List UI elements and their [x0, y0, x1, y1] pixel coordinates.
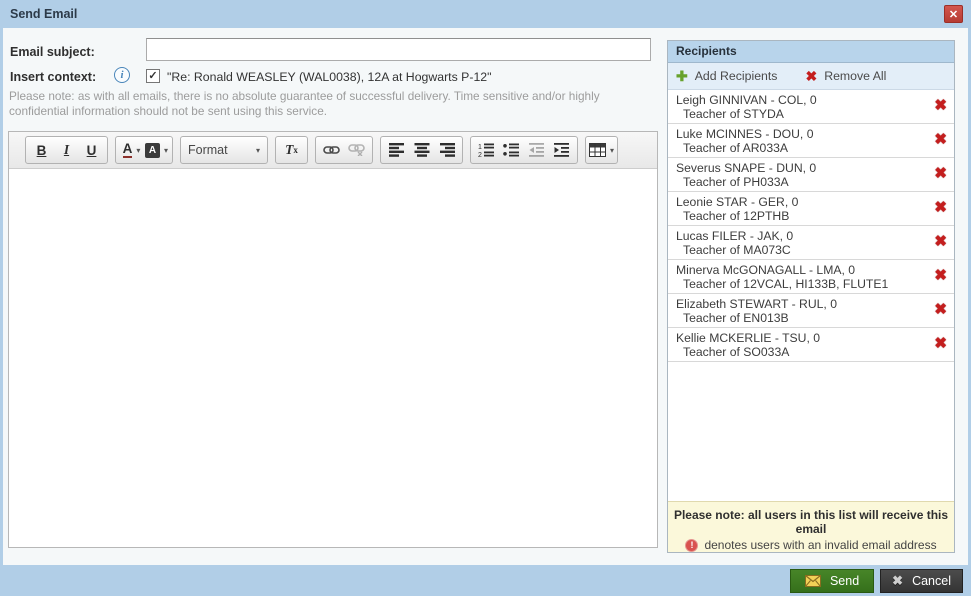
send-button-label: Send — [830, 574, 859, 588]
chevron-down-icon: ▾ — [136, 146, 140, 155]
email-body-textarea[interactable] — [9, 169, 657, 547]
recipients-note-detail: denotes users with an invalid email addr… — [704, 538, 936, 552]
email-subject-label: Email subject: — [10, 45, 95, 59]
recipient-row: Lucas FILER - JAK, 0 Teacher of MA073C ✖ — [668, 226, 954, 260]
delivery-disclaimer: Please note: as with all emails, there i… — [9, 89, 660, 119]
toolbar-group-lists: 1 2 — [470, 136, 578, 164]
toolbar-group-basic: B I U — [25, 136, 108, 164]
envelope-icon — [805, 575, 821, 587]
recipient-name: Lucas FILER - JAK, 0 — [676, 229, 924, 243]
delete-recipient-icon[interactable]: ✖ — [934, 200, 947, 215]
format-dropdown-label: Format — [188, 143, 228, 157]
italic-icon[interactable]: I — [54, 138, 79, 162]
numbered-list-icon[interactable]: 1 2 — [474, 138, 499, 162]
recipient-row: Luke MCINNES - DOU, 0 Teacher of AR033A … — [668, 124, 954, 158]
recipient-name: Minerva McGONAGALL - LMA, 0 — [676, 263, 924, 277]
dialog-body: Email subject: Insert context: i ✓ "Re: … — [3, 28, 968, 565]
recipient-detail: Teacher of MA073C — [676, 243, 924, 257]
chevron-down-icon: ▾ — [256, 146, 260, 155]
bulleted-list-icon[interactable] — [499, 138, 524, 162]
remove-all-icon: ✖ — [805, 69, 817, 83]
recipient-row: Minerva McGONAGALL - LMA, 0 Teacher of 1… — [668, 260, 954, 294]
recipient-detail: Teacher of AR033A — [676, 141, 924, 155]
invalid-email-icon: ! — [685, 539, 698, 552]
recipients-list: Leigh GINNIVAN - COL, 0 Teacher of STYDA… — [668, 90, 954, 501]
email-body-editor: B I U A ▾ A ▾ Format ▾ — [8, 131, 658, 548]
remove-format-icon[interactable]: Tx — [279, 138, 304, 162]
delete-recipient-icon[interactable]: ✖ — [934, 234, 947, 249]
svg-text:2: 2 — [478, 152, 482, 157]
context-text: "Re: Ronald WEASLEY (WAL0038), 12A at Ho… — [167, 70, 492, 84]
remove-all-button[interactable]: ✖ Remove All — [805, 69, 886, 83]
recipient-detail: Teacher of EN013B — [676, 311, 924, 325]
dialog-titlebar: Send Email ✕ — [0, 0, 971, 28]
recipient-row: Leigh GINNIVAN - COL, 0 Teacher of STYDA… — [668, 90, 954, 124]
dialog-footer: Send ✖ Cancel — [0, 565, 971, 596]
add-recipients-button[interactable]: ✚ Add Recipients — [676, 69, 777, 83]
unlink-icon — [344, 138, 369, 162]
text-color-icon[interactable]: A ▾ — [119, 138, 144, 162]
delete-recipient-icon[interactable]: ✖ — [934, 166, 947, 181]
insert-context-checkbox[interactable]: ✓ — [146, 69, 160, 83]
recipient-row: Kellie MCKERLIE - TSU, 0 Teacher of SO03… — [668, 328, 954, 362]
add-recipients-label: Add Recipients — [695, 69, 778, 83]
background-color-icon[interactable]: A ▾ — [144, 138, 169, 162]
underline-icon[interactable]: U — [79, 138, 104, 162]
svg-text:1: 1 — [478, 144, 482, 151]
recipient-name: Leonie STAR - GER, 0 — [676, 195, 924, 209]
delete-recipient-icon[interactable]: ✖ — [934, 268, 947, 283]
chevron-down-icon: ▾ — [610, 146, 614, 155]
delete-recipient-icon[interactable]: ✖ — [934, 132, 947, 147]
bold-icon[interactable]: B — [29, 138, 54, 162]
recipients-toolbar: ✚ Add Recipients ✖ Remove All — [668, 63, 954, 90]
recipients-note: Please note: all users in this list will… — [668, 501, 954, 552]
toolbar-group-links — [315, 136, 373, 164]
toolbar-group-removeformat: Tx — [275, 136, 308, 164]
toolbar-group-color: A ▾ A ▾ — [115, 136, 173, 164]
plus-icon: ✚ — [676, 69, 688, 83]
recipient-name: Luke MCINNES - DOU, 0 — [676, 127, 924, 141]
recipient-name: Kellie MCKERLIE - TSU, 0 — [676, 331, 924, 345]
recipient-detail: Teacher of PH033A — [676, 175, 924, 189]
insert-table-icon[interactable]: ▾ — [589, 138, 614, 162]
recipients-panel: Recipients ✚ Add Recipients ✖ Remove All… — [667, 40, 955, 553]
align-center-icon[interactable] — [409, 138, 434, 162]
align-left-icon[interactable] — [384, 138, 409, 162]
format-dropdown[interactable]: Format ▾ — [180, 136, 268, 164]
dialog-title: Send Email — [10, 7, 77, 21]
recipient-name: Severus SNAPE - DUN, 0 — [676, 161, 924, 175]
remove-all-label: Remove All — [824, 69, 886, 83]
cancel-button[interactable]: ✖ Cancel — [880, 569, 963, 593]
recipient-name: Elizabeth STEWART - RUL, 0 — [676, 297, 924, 311]
delete-recipient-icon[interactable]: ✖ — [934, 336, 947, 351]
send-email-dialog: Send Email ✕ Email subject: Insert conte… — [0, 0, 971, 596]
recipient-name: Leigh GINNIVAN - COL, 0 — [676, 93, 924, 107]
cancel-button-label: Cancel — [912, 574, 951, 588]
info-icon[interactable]: i — [114, 67, 130, 83]
insert-context-label: Insert context: — [10, 70, 96, 84]
cancel-x-icon: ✖ — [892, 574, 903, 587]
recipient-row: Leonie STAR - GER, 0 Teacher of 12PTHB ✖ — [668, 192, 954, 226]
recipient-row: Severus SNAPE - DUN, 0 Teacher of PH033A… — [668, 158, 954, 192]
toolbar-group-table: ▾ — [585, 136, 618, 164]
delete-recipient-icon[interactable]: ✖ — [934, 98, 947, 113]
send-button[interactable]: Send — [790, 569, 874, 593]
recipients-note-title: Please note: all users in this list will… — [668, 508, 954, 536]
decrease-indent-icon — [524, 138, 549, 162]
editor-toolbar: B I U A ▾ A ▾ Format ▾ — [9, 132, 657, 169]
increase-indent-icon[interactable] — [549, 138, 574, 162]
toolbar-group-align — [380, 136, 463, 164]
recipient-row: Elizabeth STEWART - RUL, 0 Teacher of EN… — [668, 294, 954, 328]
chevron-down-icon: ▾ — [164, 146, 168, 155]
email-subject-input[interactable] — [146, 38, 651, 61]
recipient-detail: Teacher of 12VCAL, HI133B, FLUTE1 — [676, 277, 924, 291]
link-icon[interactable] — [319, 138, 344, 162]
recipients-header: Recipients — [668, 41, 954, 63]
recipient-detail: Teacher of STYDA — [676, 107, 924, 121]
recipient-detail: Teacher of SO033A — [676, 345, 924, 359]
align-right-icon[interactable] — [434, 138, 459, 162]
delete-recipient-icon[interactable]: ✖ — [934, 302, 947, 317]
recipient-detail: Teacher of 12PTHB — [676, 209, 924, 223]
close-icon[interactable]: ✕ — [944, 5, 963, 23]
